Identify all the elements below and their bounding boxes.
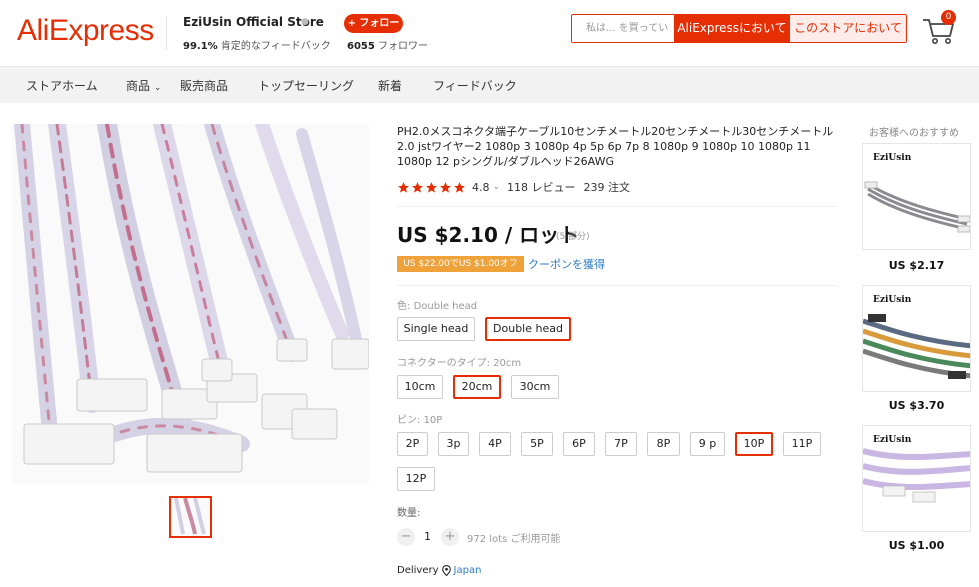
pin-option-5p[interactable]: 5P bbox=[521, 432, 553, 456]
delivery-row: Delivery Japan bbox=[397, 565, 481, 576]
pin-option-6p[interactable]: 6P bbox=[563, 432, 595, 456]
coupon-badge: US $22.00でUS $1.00オフ bbox=[397, 256, 524, 272]
pin-option-10p[interactable]: 10P bbox=[735, 432, 773, 456]
store-header: AliExpress EziUsin Official Store ● 99.1… bbox=[0, 0, 979, 66]
available-stock: 972 lots ご利用可能 bbox=[467, 534, 561, 545]
star-icon bbox=[440, 181, 451, 193]
nav-top-selling[interactable]: トップセーリング bbox=[258, 77, 354, 94]
search-aliexpress-button[interactable]: AliExpressにおいて bbox=[674, 15, 790, 42]
pin-option-2p[interactable]: 2P bbox=[397, 432, 428, 456]
pin-option-11p[interactable]: 11P bbox=[783, 432, 821, 456]
star-icon bbox=[412, 181, 423, 193]
recommended-price-3[interactable]: US $1.00 bbox=[862, 539, 971, 552]
star-icon bbox=[398, 181, 409, 193]
store-rating-text: 肯定的なフィードバック bbox=[220, 41, 331, 52]
search-store-button[interactable]: このストアにおいて bbox=[790, 15, 906, 42]
product-price: US $2.10 / ロット bbox=[397, 223, 580, 247]
follow-button[interactable]: + フォロー bbox=[344, 14, 403, 33]
connector-option-10cm[interactable]: 10cm bbox=[397, 375, 443, 399]
price-unit-note: (5 部分) bbox=[556, 232, 590, 242]
chevron-down-icon[interactable]: ⌄ bbox=[493, 182, 501, 192]
product-thumbnail[interactable] bbox=[169, 496, 212, 538]
connector-label-text: コネクターのタイプ: bbox=[397, 358, 490, 369]
review-count[interactable]: 118 レビュー bbox=[507, 179, 576, 195]
pin-option-9p[interactable]: 9 p bbox=[690, 432, 725, 456]
pin-option-8p[interactable]: 8P bbox=[647, 432, 680, 456]
rating-value[interactable]: 4.8 bbox=[472, 181, 490, 194]
recommendations-title: お客様へのおすすめ bbox=[869, 128, 959, 139]
rating-stars bbox=[397, 181, 466, 194]
store-badge-icon: ● bbox=[301, 17, 309, 27]
color-selected-value: Double head bbox=[413, 301, 478, 312]
get-coupon-link[interactable]: クーポンを獲得 bbox=[528, 256, 605, 272]
rating-row: 4.8 ⌄ 118 レビュー 239 注文 bbox=[397, 179, 630, 195]
divider bbox=[397, 206, 837, 207]
nav-store-home[interactable]: ストアホーム bbox=[26, 77, 98, 94]
header-divider bbox=[166, 16, 167, 50]
color-option-double-head[interactable]: Double head bbox=[485, 317, 571, 341]
store-nav: ストアホーム 商品 ⌄ 販売商品 トップセーリング 新着 フィードバック bbox=[0, 66, 979, 103]
pin-label: ピン: 10P bbox=[397, 411, 442, 426]
chevron-down-icon: ⌄ bbox=[153, 83, 162, 93]
quantity-label: 数量: bbox=[397, 508, 421, 519]
nav-products[interactable]: 商品 ⌄ bbox=[126, 77, 161, 94]
recommended-product-2[interactable]: EziUsin bbox=[862, 285, 971, 392]
recommended-brand: EziUsin bbox=[873, 435, 912, 445]
search-input[interactable] bbox=[572, 15, 674, 42]
connector-option-20cm[interactable]: 20cm bbox=[453, 375, 501, 399]
star-icon bbox=[454, 181, 465, 193]
recommended-brand: EziUsin bbox=[873, 153, 912, 163]
color-option-single-head[interactable]: Single head bbox=[397, 317, 475, 341]
delivery-label: Delivery bbox=[397, 565, 439, 576]
star-icon bbox=[426, 181, 437, 193]
nav-sale-items[interactable]: 販売商品 bbox=[180, 77, 228, 94]
nav-products-label: 商品 bbox=[126, 79, 151, 93]
color-label: 色: Double head bbox=[397, 297, 477, 312]
followers: 6055 フォロワー bbox=[347, 37, 428, 52]
pin-option-4p[interactable]: 4P bbox=[479, 432, 511, 456]
connector-selected-value: 20cm bbox=[493, 358, 522, 369]
recommended-product-1[interactable]: EziUsin bbox=[862, 143, 971, 250]
delivery-location[interactable]: Japan bbox=[454, 565, 482, 576]
quantity-input[interactable]: 1 bbox=[424, 530, 431, 543]
connector-option-30cm[interactable]: 30cm bbox=[511, 375, 559, 399]
nav-feedback[interactable]: フィードバック bbox=[433, 77, 517, 94]
store-rating-value: 99.1% bbox=[183, 41, 218, 52]
order-count: 239 注文 bbox=[583, 181, 631, 194]
divider bbox=[397, 285, 837, 286]
store-rating: 99.1% 肯定的なフィードバック bbox=[183, 37, 331, 52]
location-pin-icon bbox=[441, 565, 451, 576]
recommended-brand: EziUsin bbox=[873, 295, 912, 305]
followers-count: 6055 bbox=[347, 41, 375, 52]
pin-selected-value: 10P bbox=[423, 415, 443, 426]
recommended-price-2[interactable]: US $3.70 bbox=[862, 399, 971, 412]
pin-label-text: ピン: bbox=[397, 415, 421, 426]
pin-option-3p[interactable]: 3p bbox=[438, 432, 469, 456]
product-title: PH2.0メスコネクタ端子ケーブル10センチメートル20センチメートル30センチ… bbox=[397, 125, 834, 168]
recommended-product-3[interactable]: EziUsin bbox=[862, 425, 971, 532]
search-bar: AliExpressにおいて このストアにおいて bbox=[571, 14, 907, 43]
pin-option-7p[interactable]: 7P bbox=[605, 432, 637, 456]
pin-option-12p[interactable]: 12P bbox=[397, 467, 435, 491]
color-label-text: 色: bbox=[397, 301, 411, 312]
quantity-decrease-button[interactable]: − bbox=[397, 528, 415, 546]
product-main-image[interactable] bbox=[12, 124, 369, 484]
recommended-price-1[interactable]: US $2.17 bbox=[862, 259, 971, 272]
nav-new-arrivals[interactable]: 新着 bbox=[378, 77, 402, 94]
cart-count-badge: 0 bbox=[941, 10, 956, 25]
followers-label: フォロワー bbox=[378, 41, 429, 52]
aliexpress-logo[interactable]: AliExpress bbox=[17, 14, 154, 48]
quantity-increase-button[interactable]: + bbox=[441, 528, 459, 546]
connector-label: コネクターのタイプ: 20cm bbox=[397, 354, 521, 369]
